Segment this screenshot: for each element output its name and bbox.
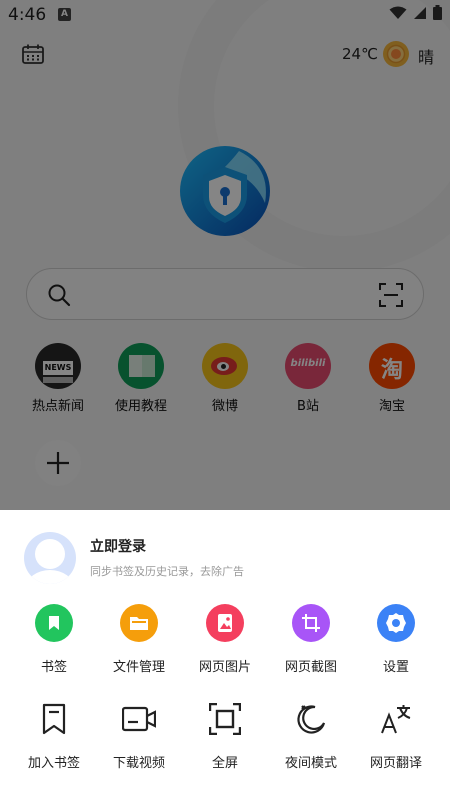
menu-bookmarks[interactable]: 书签 bbox=[9, 604, 99, 675]
menu-label: 文件管理 bbox=[112, 660, 165, 675]
menu-label: 设置 bbox=[382, 660, 409, 675]
bookmark-outline-icon bbox=[35, 700, 73, 738]
menu-night-mode[interactable]: 夜间模式 bbox=[266, 700, 356, 771]
menu-settings[interactable]: 设置 bbox=[351, 604, 441, 675]
crop-icon bbox=[292, 604, 330, 642]
folder-icon bbox=[120, 604, 158, 642]
moon-icon bbox=[292, 700, 330, 738]
menu-add-bookmark[interactable]: 加入书签 bbox=[9, 700, 99, 771]
avatar[interactable] bbox=[24, 532, 76, 584]
menu-web-images[interactable]: 网页图片 bbox=[180, 604, 270, 675]
menu-label: 加入书签 bbox=[27, 756, 80, 771]
menu-label: 网页图片 bbox=[198, 660, 251, 675]
video-icon bbox=[120, 700, 158, 738]
menu-label: 书签 bbox=[40, 660, 67, 675]
menu-label: 网页截图 bbox=[284, 660, 337, 675]
menu-web-screenshot[interactable]: 网页截图 bbox=[266, 604, 356, 675]
login-title[interactable]: 立即登录 bbox=[90, 536, 146, 556]
user-icon bbox=[26, 539, 74, 584]
menu-label: 全屏 bbox=[211, 756, 238, 771]
image-icon bbox=[206, 604, 244, 642]
dim-overlay[interactable] bbox=[0, 0, 450, 510]
translate-icon bbox=[377, 700, 415, 738]
bookmark-icon bbox=[35, 604, 73, 642]
menu-fullscreen[interactable]: 全屏 bbox=[180, 700, 270, 771]
fullscreen-icon bbox=[206, 700, 244, 738]
menu-label: 网页翻译 bbox=[369, 756, 422, 771]
menu-bottom-sheet: 立即登录 同步书签及历史记录，去除广告 书签 文件管理 网页图片 网页截图 设置 bbox=[0, 510, 450, 800]
menu-web-translate[interactable]: 网页翻译 bbox=[351, 700, 441, 771]
login-subtitle: 同步书签及历史记录，去除广告 bbox=[90, 565, 244, 578]
menu-label: 下载视频 bbox=[112, 756, 165, 771]
menu-file-manager[interactable]: 文件管理 bbox=[94, 604, 184, 675]
menu-label: 夜间模式 bbox=[284, 756, 337, 771]
gear-icon bbox=[377, 604, 415, 642]
menu-download-video[interactable]: 下载视频 bbox=[94, 700, 184, 771]
